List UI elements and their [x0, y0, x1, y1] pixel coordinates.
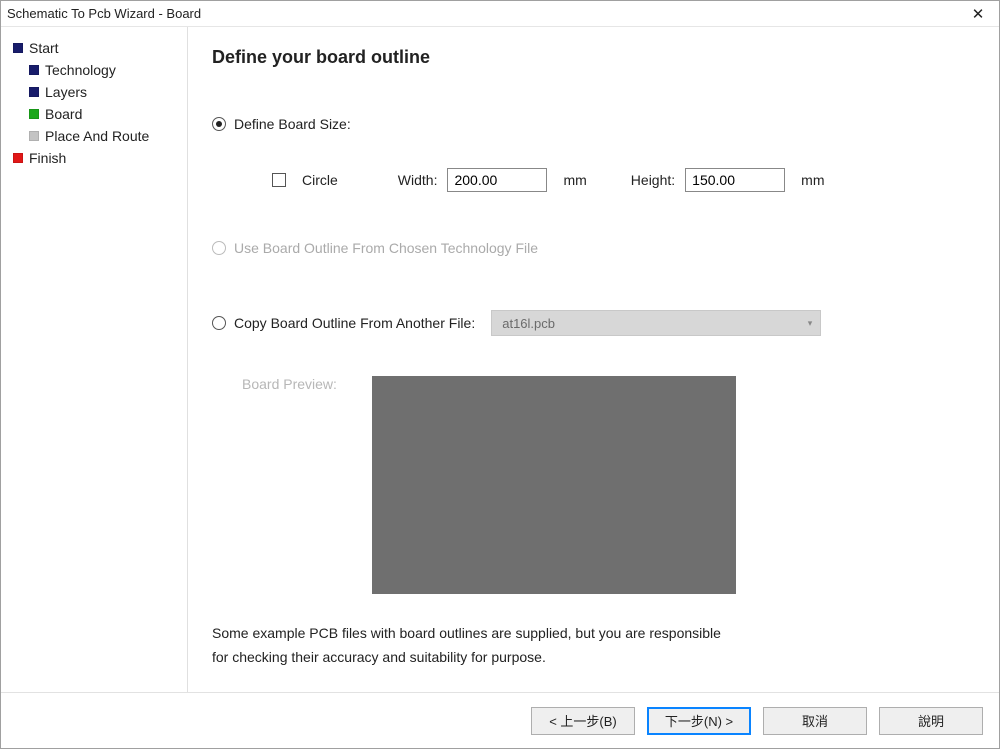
- option-copy-from-file-row: Copy Board Outline From Another File: at…: [212, 310, 971, 336]
- board-preview-box: [372, 376, 736, 594]
- next-button[interactable]: 下一步(N) >: [647, 707, 751, 735]
- sidebar-item-label: Technology: [45, 62, 116, 78]
- window-title: Schematic To Pcb Wizard - Board: [7, 6, 957, 21]
- sidebar-item-layers[interactable]: Layers: [7, 81, 183, 103]
- board-preview-row: Board Preview:: [212, 376, 971, 594]
- sidebar-item-label: Finish: [29, 150, 66, 166]
- square-icon: [29, 65, 39, 75]
- copy-file-combo[interactable]: at16l.pcb ▾: [491, 310, 821, 336]
- width-input[interactable]: [447, 168, 547, 192]
- option-label: Use Board Outline From Chosen Technology…: [234, 240, 538, 256]
- square-icon: [29, 131, 39, 141]
- sidebar-item-label: Layers: [45, 84, 87, 100]
- hint-text: Some example PCB files with board outlin…: [212, 622, 732, 670]
- checkbox-circle[interactable]: [272, 173, 286, 187]
- help-button[interactable]: 說明: [879, 707, 983, 735]
- square-icon: [13, 153, 23, 163]
- sidebar-item-place-and-route[interactable]: Place And Route: [7, 125, 183, 147]
- back-button[interactable]: < 上一步(B): [531, 707, 635, 735]
- sidebar-item-label: Start: [29, 40, 59, 56]
- wizard-steps-tree: Start Technology Layers Board Place And …: [7, 37, 183, 169]
- width-unit: mm: [563, 172, 586, 188]
- circle-label: Circle: [302, 172, 338, 188]
- wizard-footer: < 上一步(B) 下一步(N) > 取消 說明: [1, 692, 999, 748]
- sidebar-item-label: Place And Route: [45, 128, 149, 144]
- cancel-button[interactable]: 取消: [763, 707, 867, 735]
- radio-use-technology-outline: [212, 241, 226, 255]
- board-preview-label: Board Preview:: [212, 376, 372, 392]
- option-use-technology-outline: Use Board Outline From Chosen Technology…: [212, 240, 971, 256]
- height-unit: mm: [801, 172, 824, 188]
- titlebar: Schematic To Pcb Wizard - Board ✕: [1, 1, 999, 27]
- square-icon: [29, 109, 39, 119]
- option-label: Define Board Size:: [234, 116, 351, 132]
- width-label: Width:: [398, 172, 438, 188]
- height-input[interactable]: [685, 168, 785, 192]
- option-label: Copy Board Outline From Another File:: [234, 315, 475, 331]
- wizard-window: Schematic To Pcb Wizard - Board ✕ Start …: [0, 0, 1000, 749]
- sidebar-item-finish[interactable]: Finish: [7, 147, 183, 169]
- sidebar-item-board[interactable]: Board: [7, 103, 183, 125]
- sidebar-item-technology[interactable]: Technology: [7, 59, 183, 81]
- radio-define-board-size[interactable]: [212, 117, 226, 131]
- height-label: Height:: [631, 172, 675, 188]
- sidebar-item-start[interactable]: Start: [7, 37, 183, 59]
- option-copy-from-file[interactable]: Copy Board Outline From Another File:: [212, 315, 475, 331]
- sidebar-item-label: Board: [45, 106, 82, 122]
- square-icon: [29, 87, 39, 97]
- main-panel: Define your board outline Define Board S…: [187, 27, 999, 692]
- close-icon[interactable]: ✕: [957, 1, 999, 27]
- copy-file-value: at16l.pcb: [502, 316, 555, 331]
- option-define-board-size[interactable]: Define Board Size:: [212, 116, 971, 132]
- chevron-down-icon: ▾: [808, 318, 813, 329]
- page-title: Define your board outline: [212, 47, 971, 68]
- radio-copy-from-file[interactable]: [212, 316, 226, 330]
- board-size-row: Circle Width: mm Height: mm: [272, 168, 971, 192]
- wizard-steps-sidebar: Start Technology Layers Board Place And …: [1, 27, 187, 692]
- square-icon: [13, 43, 23, 53]
